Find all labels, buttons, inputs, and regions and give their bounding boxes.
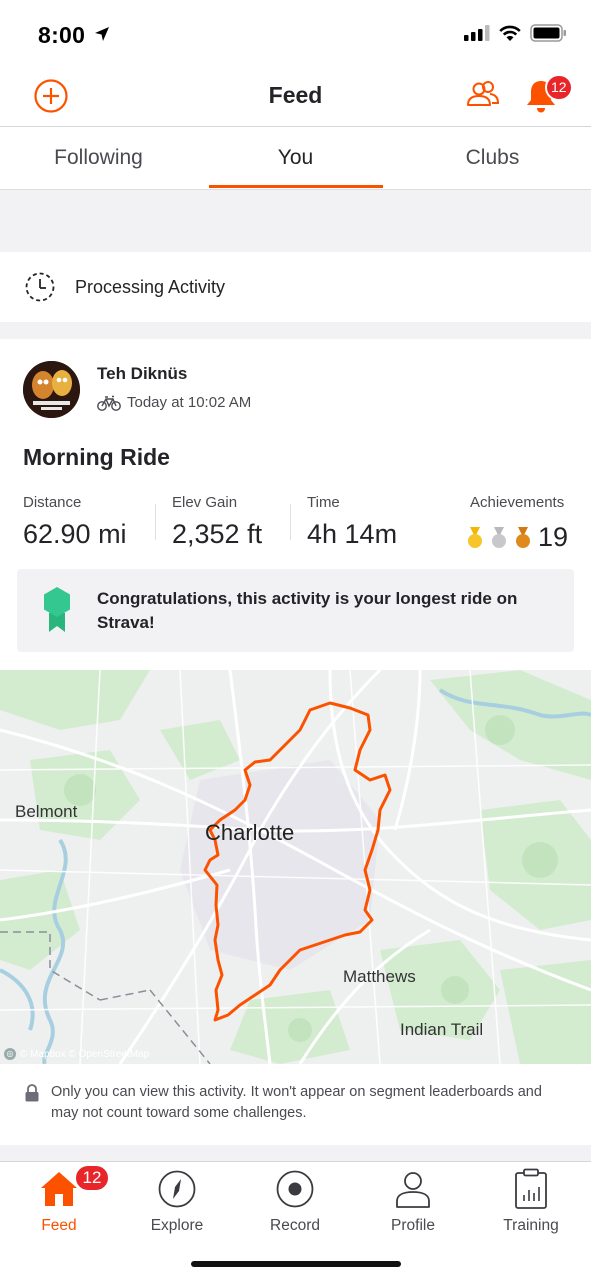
map-attribution-text: © Mapbox © OpenStreetMap [20, 1048, 150, 1060]
stat-label: Distance [23, 494, 82, 511]
map-tiles [0, 670, 591, 1064]
avatar-image [23, 361, 80, 418]
stat-value: 62.90 mi [23, 519, 127, 549]
tabbar-item-record[interactable]: Record [236, 1167, 354, 1235]
status-time: 8:00 [38, 22, 86, 48]
privacy-text: Only you can view this activity. It won'… [51, 1084, 542, 1121]
feed-badge: 12 [74, 1164, 110, 1192]
stat-label: Time [307, 494, 340, 511]
feed-tabs: Following You Clubs [0, 127, 591, 190]
stat-value: 2,352 ft [172, 519, 263, 549]
map-label-belmont: Belmont [15, 802, 78, 821]
location-arrow-icon [95, 27, 109, 41]
active-tab-indicator [209, 185, 383, 188]
activity-timestamp: Today at 10:02 AM [127, 394, 252, 411]
stat-divider [290, 504, 291, 540]
gold-medal-icon [468, 526, 482, 548]
compass-icon [158, 1170, 196, 1208]
map-label-indian-trail: Indian Trail [400, 1020, 484, 1039]
congrats-text: Congratulations, this activity is your l… [97, 589, 518, 632]
stat-divider [155, 504, 156, 540]
nav-bar: Feed [0, 66, 591, 127]
tabbar-label: Training [503, 1217, 559, 1234]
profile-icon [396, 1172, 430, 1208]
tab-clubs[interactable]: Clubs [394, 146, 591, 170]
stat-value: 4h 14m [307, 519, 398, 549]
activity-title[interactable]: Morning Ride [23, 444, 170, 471]
map-label-charlotte: Charlotte [205, 820, 295, 845]
tabbar-label: Explore [150, 1217, 204, 1234]
clock-icon [25, 272, 55, 302]
wifi-icon [499, 25, 521, 41]
tab-following[interactable]: Following [0, 146, 197, 170]
activity-card[interactable]: Teh Diknüs Today at 10:02 AM Morning Rid… [0, 339, 591, 1145]
spacer [0, 190, 591, 252]
mapbox-logo-icon: ◎ [4, 1048, 16, 1060]
battery-icon [530, 24, 566, 42]
achievement-count: 19 [538, 522, 569, 552]
stat-achievements: Achievements [470, 494, 564, 511]
status-bar: 8:00 [0, 0, 591, 66]
stat-label: Achievements [470, 494, 565, 511]
lock-icon [25, 1084, 39, 1102]
bronze-medal-icon [516, 526, 530, 548]
bike-icon [97, 395, 121, 411]
tabbar-label: Profile [391, 1217, 435, 1234]
find-friends-icon[interactable] [464, 79, 500, 111]
achievements-row[interactable]: 19 [466, 522, 568, 553]
tabbar-item-explore[interactable]: Explore [118, 1167, 236, 1235]
tabbar-item-profile[interactable]: Profile [354, 1167, 472, 1235]
tabbar-label: Record [270, 1217, 320, 1234]
stat-label: Elev Gain [172, 494, 238, 511]
award-ribbon-icon [44, 587, 70, 632]
home-icon [41, 1172, 77, 1206]
cellular-signal-icon [464, 25, 490, 41]
processing-text: Processing Activity [75, 277, 226, 297]
stat-time: Time 4h 14m [307, 494, 397, 550]
longest-ride-banner[interactable]: Congratulations, this activity is your l… [17, 569, 574, 652]
home-indicator[interactable] [191, 1261, 401, 1267]
tabbar-item-training[interactable]: Training [472, 1167, 590, 1235]
spacer [0, 1145, 591, 1161]
activity-meta: Today at 10:02 AM [97, 394, 251, 411]
record-icon [276, 1170, 314, 1208]
route-map[interactable]: Belmont Charlotte Matthews Indian Trail … [0, 670, 591, 1064]
stat-elev-gain: Elev Gain 2,352 ft [172, 494, 262, 550]
athlete-name[interactable]: Teh Diknüs [97, 364, 187, 384]
notification-badge: 12 [545, 74, 573, 101]
map-label-matthews: Matthews [343, 967, 416, 986]
avatar[interactable] [23, 361, 80, 418]
tabbar-label: Feed [41, 1217, 77, 1234]
stat-distance: Distance 62.90 mi [23, 494, 127, 550]
page-title: Feed [268, 82, 323, 108]
map-attribution[interactable]: ◎ © Mapbox © OpenStreetMap [4, 1048, 149, 1060]
tab-you[interactable]: You [197, 146, 394, 170]
silver-medal-icon [492, 526, 506, 548]
processing-activity-row[interactable]: Processing Activity [0, 252, 591, 322]
training-log-icon [515, 1168, 547, 1209]
